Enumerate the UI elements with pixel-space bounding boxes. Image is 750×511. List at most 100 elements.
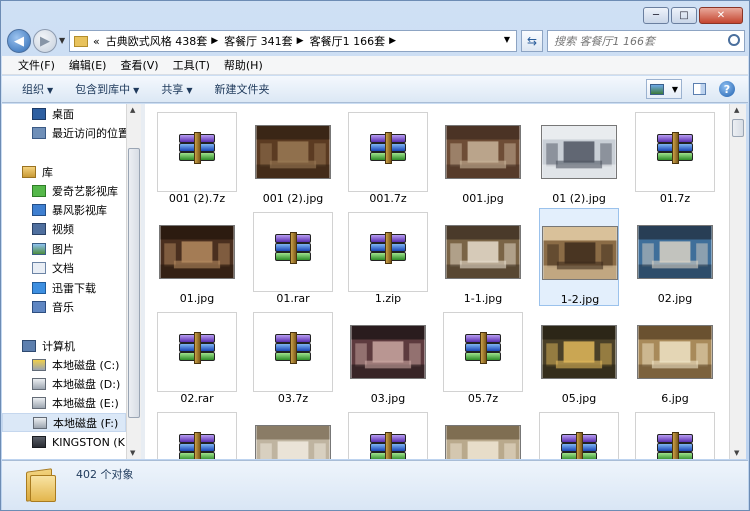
file-item[interactable] xyxy=(443,408,523,459)
scroll-up-icon[interactable]: ▲ xyxy=(734,106,739,114)
file-name: 03.7z xyxy=(277,392,309,405)
nav-item-library[interactable]: 迅雷下载 xyxy=(2,278,126,297)
file-list-scrollbar[interactable]: ▲ ▼ xyxy=(729,104,746,459)
search-icon[interactable] xyxy=(728,34,740,46)
scroll-up-icon[interactable]: ▲ xyxy=(130,106,135,114)
refresh-button[interactable]: ⇆ xyxy=(521,30,543,52)
forward-button[interactable]: ▶ xyxy=(33,29,57,53)
minimize-button[interactable]: ─ xyxy=(643,7,669,24)
scroll-down-icon[interactable]: ▼ xyxy=(130,449,135,457)
file-name: 1-1.jpg xyxy=(463,292,503,305)
help-button[interactable]: ? xyxy=(716,79,738,99)
nav-item-libraries[interactable]: 库 xyxy=(2,162,126,181)
chevron-down-icon: ▼ xyxy=(47,86,54,95)
navigation-bar: ◀ ▶ ▼ « 古典欧式风格 438套 ▶ 客餐厅 341套 ▶ 客餐厅1 166套… xyxy=(7,29,745,53)
maximize-button[interactable]: □ xyxy=(671,7,697,24)
file-item[interactable]: 6.jpg xyxy=(635,308,715,406)
menu-view[interactable]: 查看(V) xyxy=(120,57,158,73)
search-box[interactable] xyxy=(547,30,745,52)
nav-item-drive[interactable]: 本地磁盘 (F:) xyxy=(2,413,126,433)
nav-item-library[interactable]: 音乐 xyxy=(2,297,126,316)
file-item[interactable] xyxy=(253,408,333,459)
archive-thumbnail xyxy=(253,212,333,292)
menu-help[interactable]: 帮助(H) xyxy=(224,57,263,73)
menu-tools[interactable]: 工具(T) xyxy=(173,57,210,73)
breadcrumb-item[interactable]: 客餐厅1 166套 ▶ xyxy=(310,33,402,49)
back-button[interactable]: ◀ xyxy=(7,29,31,53)
breadcrumb-item[interactable]: 古典欧式风格 438套 ▶ xyxy=(106,33,224,49)
photo-image xyxy=(445,225,521,279)
breadcrumb-label: 客餐厅1 166套 xyxy=(309,35,386,48)
nav-item-drive[interactable]: 本地磁盘 (C:) xyxy=(2,355,126,374)
nav-item-library[interactable]: 视频 xyxy=(2,220,126,239)
nav-item-computer[interactable]: 计算机 xyxy=(2,336,126,355)
nav-item-desktop[interactable]: 桌面 xyxy=(2,104,126,123)
new-folder-button[interactable]: 新建文件夹 xyxy=(214,81,269,97)
image-thumbnail xyxy=(539,112,619,192)
nav-item-drive[interactable]: 本地磁盘 (D:) xyxy=(2,374,126,393)
file-item[interactable]: 03.7z xyxy=(253,308,333,406)
nav-item-library[interactable]: 图片 xyxy=(2,239,126,258)
hard-drive-icon xyxy=(33,416,47,429)
file-item[interactable]: 01.7z xyxy=(635,108,715,206)
address-dropdown-icon[interactable]: ▼ xyxy=(504,35,510,44)
file-item[interactable] xyxy=(157,408,237,459)
nav-item-drive[interactable]: 本地磁盘 (E:) xyxy=(2,394,126,413)
breadcrumb-overflow[interactable]: « xyxy=(93,35,100,48)
chevron-right-icon[interactable]: ▶ xyxy=(211,36,218,46)
file-item[interactable]: 05.jpg xyxy=(539,308,619,406)
share-button[interactable]: 共享 ▼ xyxy=(161,81,192,97)
navigation-item-label: 暴风影视库 xyxy=(52,203,107,217)
change-view-button[interactable]: ▼ xyxy=(646,79,682,99)
close-button[interactable]: ✕ xyxy=(699,7,743,24)
file-item[interactable]: 03.jpg xyxy=(348,308,428,406)
navigation-scrollbar[interactable]: ▲ ▼ xyxy=(126,104,141,459)
file-item[interactable]: 02.jpg xyxy=(635,208,715,306)
navigation-pane: 桌面 最近访问的位置库爱奇艺影视库 暴风影视库 视频 图片 文档 迅雷下载 音乐 计算机 本地磁盘… xyxy=(2,104,126,459)
winrar-archive-icon xyxy=(368,232,408,270)
file-item[interactable]: 001.7z xyxy=(348,108,428,206)
file-item[interactable]: 01 (2).jpg xyxy=(539,108,619,206)
file-item[interactable]: 001 (2).jpg xyxy=(253,108,333,206)
chevron-right-icon[interactable]: ▶ xyxy=(389,36,396,46)
nav-item-library[interactable]: 暴风影视库 xyxy=(2,200,126,219)
navigation-item-label: 库 xyxy=(42,165,53,179)
archive-thumbnail xyxy=(443,312,523,392)
file-item[interactable]: 1.zip xyxy=(348,208,428,306)
file-name: 001 (2).7z xyxy=(168,192,226,205)
scrollbar-thumb[interactable] xyxy=(128,148,140,418)
preview-pane-button[interactable] xyxy=(688,79,710,99)
nav-item-library[interactable]: 文档 xyxy=(2,259,126,278)
file-item[interactable]: 01.jpg xyxy=(157,208,237,306)
address-bar[interactable]: « 古典欧式风格 438套 ▶ 客餐厅 341套 ▶ 客餐厅1 166套 ▶ ▼ xyxy=(69,30,517,52)
nav-item-recent-places[interactable]: 最近访问的位置 xyxy=(2,123,126,142)
recent-pages-dropdown-icon[interactable]: ▼ xyxy=(59,36,65,45)
file-item[interactable] xyxy=(348,408,428,459)
file-item[interactable]: 05.7z xyxy=(443,308,523,406)
file-item[interactable]: 001 (2).7z xyxy=(157,108,237,206)
file-item[interactable] xyxy=(635,408,715,459)
file-item[interactable]: 02.rar xyxy=(157,308,237,406)
breadcrumb-item[interactable]: 客餐厅 341套 ▶ xyxy=(224,33,309,49)
file-name: 03.jpg xyxy=(370,392,406,405)
menu-edit[interactable]: 编辑(E) xyxy=(69,57,107,73)
navigation-item-label: 本地磁盘 (F:) xyxy=(53,416,119,430)
computer-icon xyxy=(22,339,36,352)
nav-item-library[interactable]: 爱奇艺影视库 xyxy=(2,181,126,200)
search-input[interactable] xyxy=(548,31,718,51)
organize-button[interactable]: 组织 ▼ xyxy=(22,81,53,97)
chevron-down-icon[interactable]: ▼ xyxy=(672,85,678,94)
include-in-library-button[interactable]: 包含到库中 ▼ xyxy=(75,81,139,97)
image-thumbnail xyxy=(635,312,715,392)
image-thumbnail xyxy=(443,212,523,292)
scrollbar-thumb[interactable] xyxy=(732,119,744,137)
file-item[interactable]: 01.rar xyxy=(253,208,333,306)
nav-item-drive[interactable]: KINGSTON (K:) xyxy=(2,433,126,452)
file-item[interactable]: 001.jpg xyxy=(443,108,523,206)
file-item[interactable]: 1-2.jpg xyxy=(539,208,619,306)
file-item[interactable] xyxy=(539,408,619,459)
chevron-right-icon[interactable]: ▶ xyxy=(297,36,304,46)
file-item[interactable]: 1-1.jpg xyxy=(443,208,523,306)
menu-file[interactable]: 文件(F) xyxy=(18,57,55,73)
scroll-down-icon[interactable]: ▼ xyxy=(734,449,739,457)
